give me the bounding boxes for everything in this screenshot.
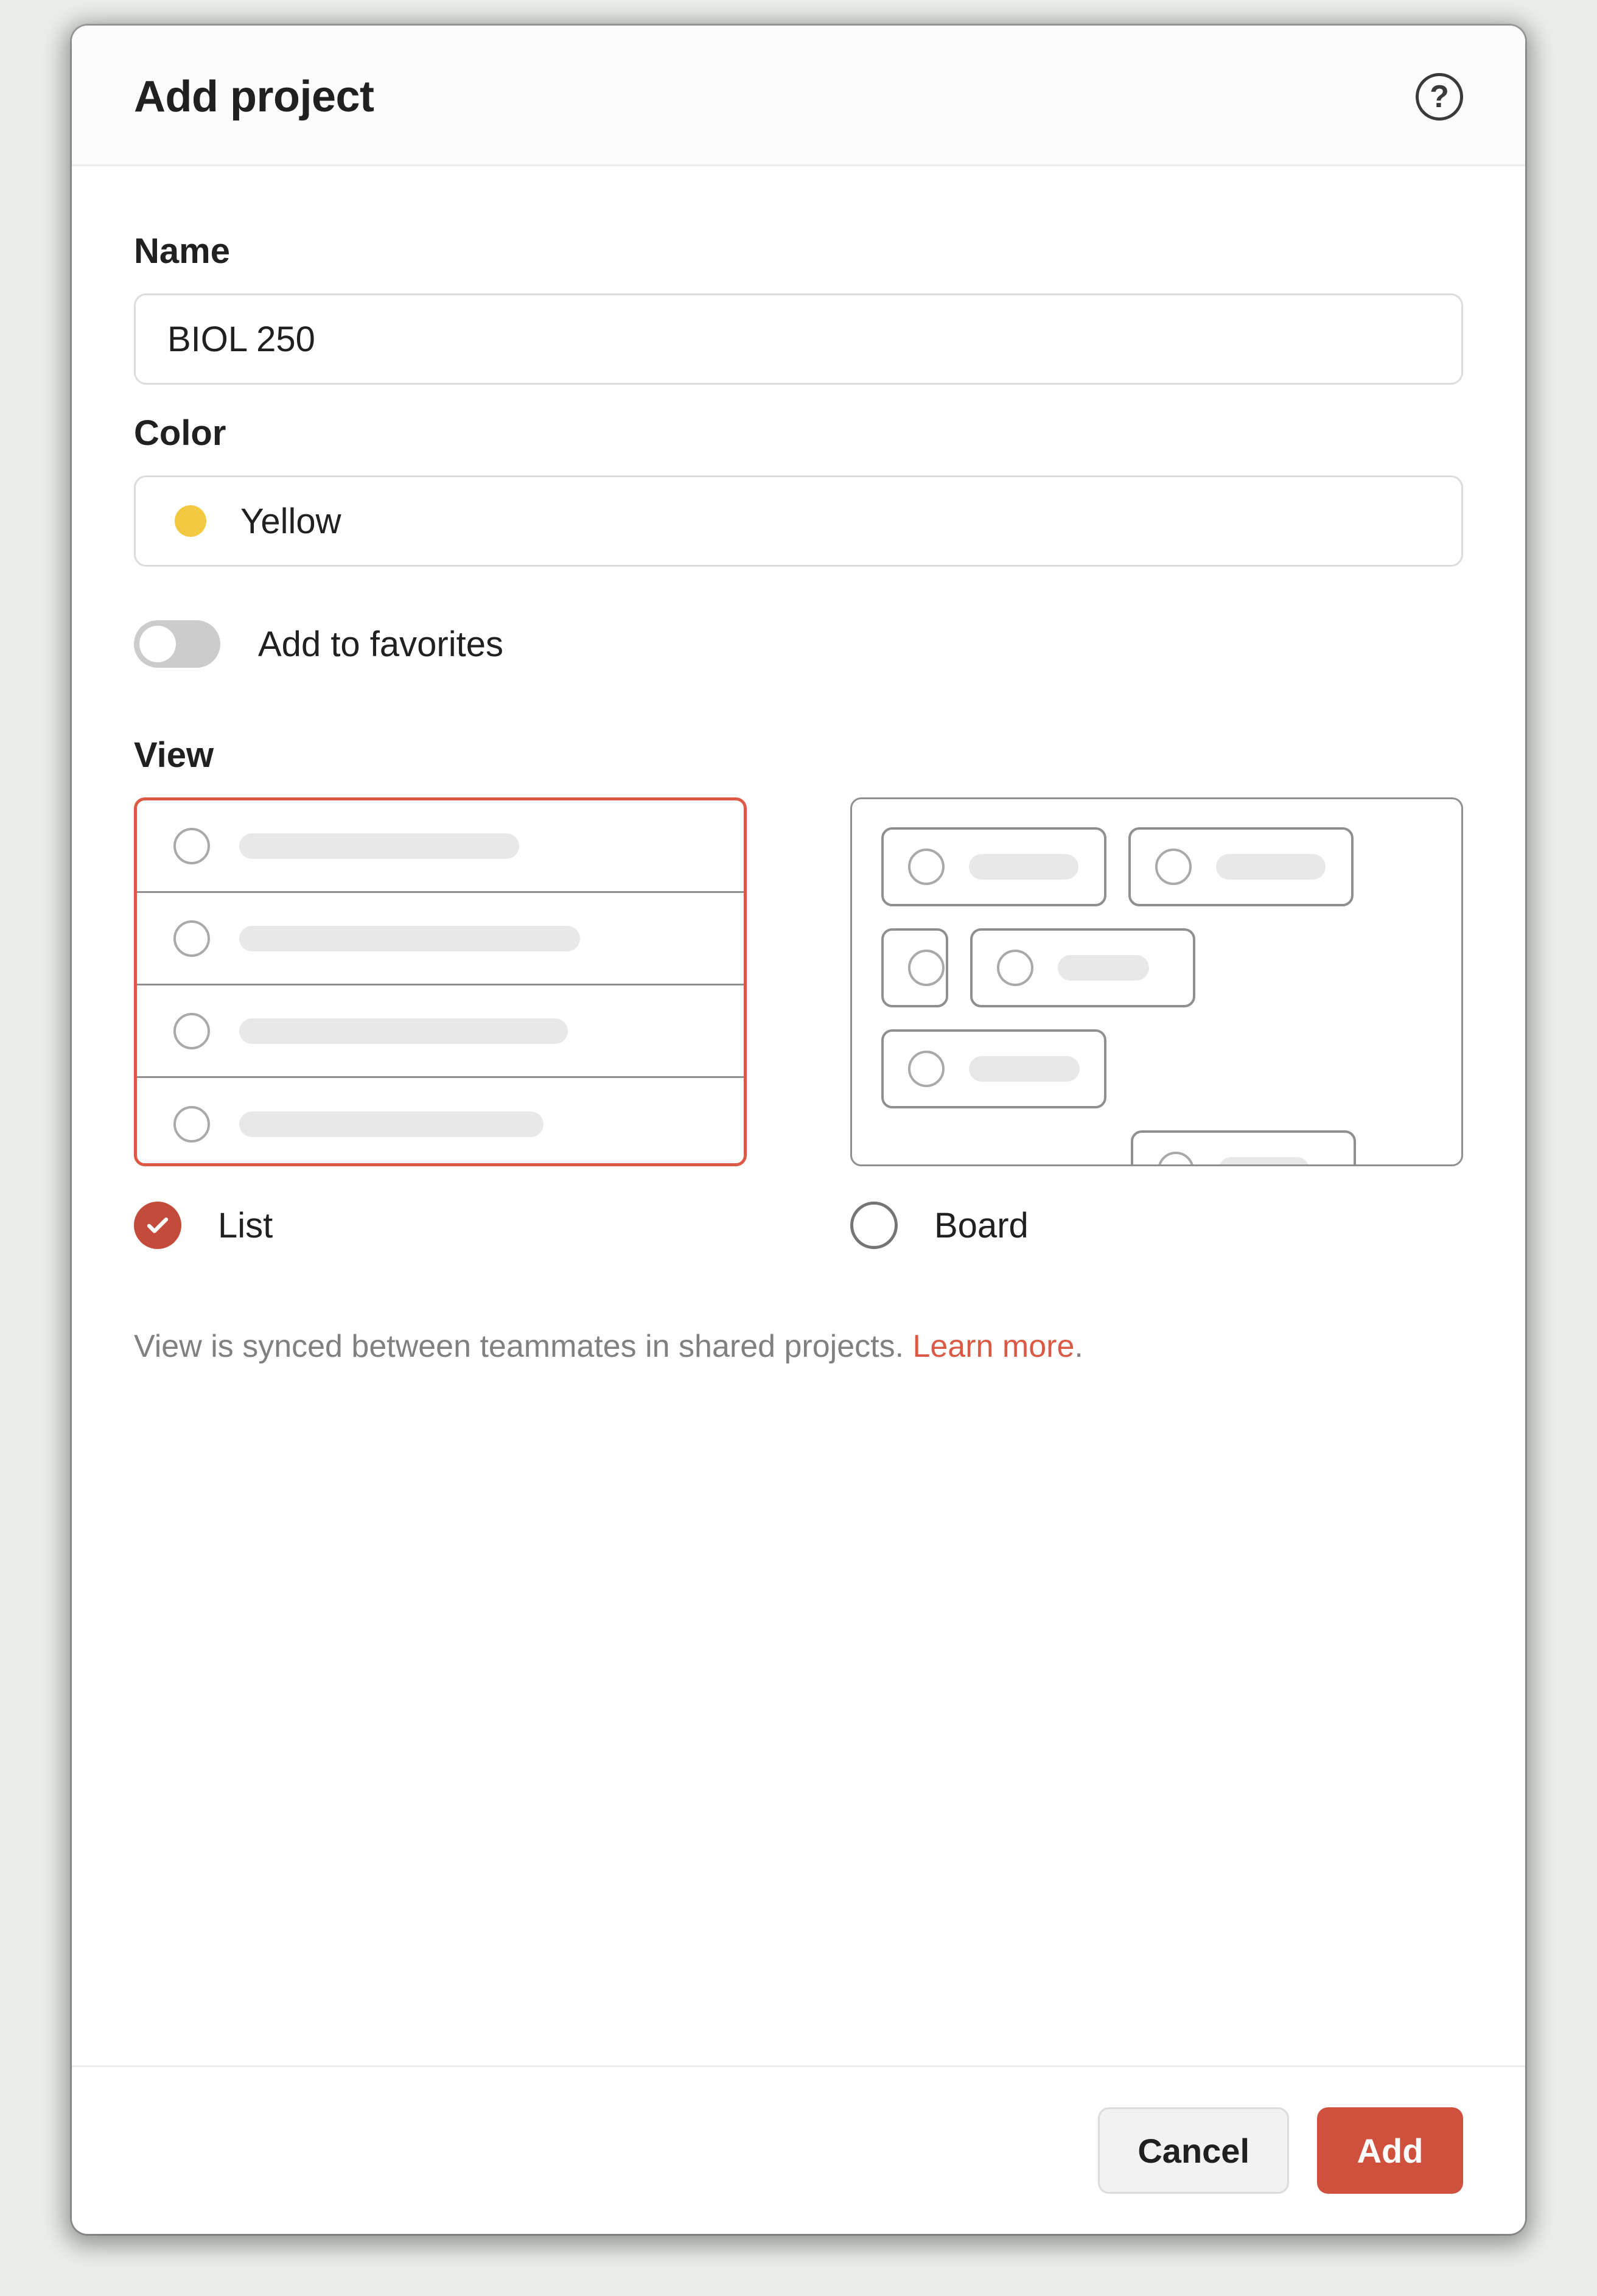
- name-label: Name: [134, 231, 1463, 271]
- add-button[interactable]: Add: [1317, 2107, 1463, 2194]
- favorites-row: Add to favorites: [134, 620, 1463, 668]
- view-options: List Board: [134, 797, 1463, 1249]
- toggle-knob: [139, 626, 176, 662]
- list-preview: [134, 797, 747, 1166]
- favorites-label: Add to favorites: [258, 624, 503, 665]
- dialog-body: Name Color Yellow Add to favorites View: [72, 166, 1525, 2065]
- list-preview-row: [137, 893, 744, 985]
- list-radio[interactable]: [134, 1202, 181, 1249]
- view-hint-text: View is synced between teammates in shar…: [134, 1329, 912, 1364]
- board-preview-card: [881, 827, 1106, 906]
- help-icon[interactable]: ?: [1416, 73, 1463, 121]
- view-option-board[interactable]: Board: [850, 797, 1463, 1249]
- view-label: View: [134, 735, 1463, 775]
- board-radio[interactable]: [850, 1202, 898, 1249]
- color-name: Yellow: [240, 501, 341, 542]
- color-select[interactable]: Yellow: [134, 475, 1463, 567]
- learn-more-link[interactable]: Learn more: [912, 1329, 1074, 1364]
- list-preview-row: [137, 1078, 744, 1166]
- board-preview: [850, 797, 1463, 1166]
- favorites-toggle[interactable]: [134, 620, 220, 668]
- view-hint: View is synced between teammates in shar…: [134, 1322, 1463, 1371]
- list-preview-row: [137, 800, 744, 893]
- dialog-header: Add project ?: [72, 26, 1525, 166]
- cancel-button[interactable]: Cancel: [1098, 2107, 1289, 2194]
- project-name-input[interactable]: [134, 293, 1463, 385]
- list-radio-label: List: [218, 1205, 273, 1246]
- board-radio-row: Board: [850, 1202, 1463, 1249]
- board-preview-card: [970, 928, 1195, 1007]
- dialog-title: Add project: [134, 72, 374, 122]
- color-swatch-icon: [175, 505, 206, 537]
- board-preview-card: [1128, 827, 1354, 906]
- check-icon: [145, 1213, 170, 1238]
- add-project-dialog: Add project ? Name Color Yellow Add to f…: [72, 26, 1525, 2234]
- list-preview-row: [137, 985, 744, 1078]
- board-preview-card: [881, 1029, 1106, 1108]
- board-preview-card: [881, 928, 948, 1007]
- view-option-list[interactable]: List: [134, 797, 747, 1249]
- board-radio-label: Board: [934, 1205, 1029, 1246]
- color-label: Color: [134, 413, 1463, 453]
- board-preview-card: [1131, 1130, 1356, 1166]
- dialog-footer: Cancel Add: [72, 2065, 1525, 2234]
- list-radio-row: List: [134, 1202, 747, 1249]
